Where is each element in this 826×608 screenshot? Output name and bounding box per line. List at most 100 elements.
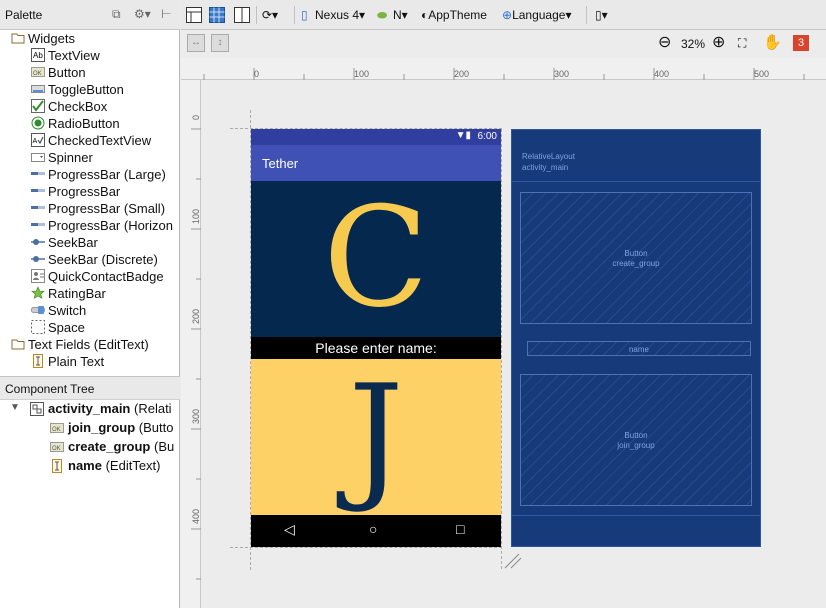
ruler-label: 200 — [454, 69, 470, 79]
device-dropdown[interactable]: Nexus 4▾ — [315, 6, 365, 24]
zoom-to-fit-icon[interactable]: ⛶ — [738, 34, 746, 52]
guide-line — [501, 129, 502, 569]
create-group-button[interactable]: C — [251, 181, 501, 337]
blueprint-divider — [512, 181, 760, 182]
gear-icon[interactable]: ⚙▾ — [134, 7, 151, 21]
blueprint-preview[interactable]: RelativeLayout activity_main Button crea… — [511, 129, 761, 547]
folder-icon — [11, 33, 25, 44]
android-icon[interactable]: ⬬ — [377, 6, 387, 24]
join-letter: J — [348, 355, 404, 516]
theme-label: AppTheme — [428, 8, 487, 22]
device-phone-icon[interactable]: ▯ — [301, 6, 308, 24]
language-label: Language — [512, 8, 566, 22]
ruler-ticks — [191, 128, 201, 580]
palette-list: Widgets Ab TextView OK Button ToggleButt… — [0, 30, 180, 370]
ruler-label: 0 — [191, 114, 201, 120]
ruler-label: 400 — [654, 69, 670, 79]
button-icon: OK — [50, 442, 64, 452]
collapse-icon[interactable]: ⧉ — [112, 7, 121, 22]
api-dropdown[interactable]: N▾ — [393, 6, 408, 24]
status-bar: ▼▮ 6:00 — [251, 129, 501, 145]
svg-text:A: A — [33, 138, 38, 145]
svg-text:OK: OK — [52, 446, 61, 452]
ruler-label: 300 — [554, 69, 570, 79]
language-dropdown[interactable]: ⊕Language▾ — [502, 6, 571, 24]
radiobutton-icon — [31, 116, 45, 130]
name-hint: Please enter name: — [315, 340, 437, 356]
app-bar: Tether — [251, 145, 501, 181]
blueprint-name[interactable]: name — [527, 341, 751, 356]
blueprint-create-type: Button — [624, 249, 648, 258]
blueprint-join-type: Button — [624, 431, 648, 440]
space-icon — [31, 320, 45, 334]
ruler-label: 100 — [191, 208, 201, 224]
tree-root-name: activity_main — [48, 401, 131, 416]
palette-header: Palette ⧉ ⚙▾ ⊢ — [0, 0, 180, 30]
pan-hand-icon[interactable]: ✋ — [763, 34, 782, 52]
device-preview[interactable]: ▼▮ 6:00 Tether C Please enter name: J ◁ … — [251, 129, 501, 547]
edittext-icon — [52, 459, 62, 473]
zoom-toolbar: ↔ ↕ ⊖ 32% ⊕ ⛶ ✋ 3 — [181, 31, 826, 57]
home-icon: ○ — [369, 521, 378, 537]
wifi-battery-icon: ▼▮ — [455, 130, 471, 141]
back-icon: ◁ — [284, 521, 295, 537]
expand-vertical-button[interactable]: ↕ — [211, 34, 229, 52]
blueprint-name-id: name — [628, 345, 649, 354]
ruler-label: 400 — [191, 508, 201, 524]
ruler-label: 300 — [191, 408, 201, 424]
recents-icon: □ — [456, 521, 465, 537]
device-frame-dropdown[interactable]: ▯▾ — [595, 6, 608, 24]
relativelayout-icon — [30, 402, 44, 416]
guide-line — [230, 547, 502, 548]
star-icon — [31, 286, 45, 299]
switch-icon — [31, 306, 45, 314]
component-tree-header: Component Tree — [0, 376, 180, 400]
ruler-label: 200 — [191, 308, 201, 324]
ruler-label: 100 — [354, 69, 370, 79]
create-letter: C — [323, 177, 429, 338]
blueprint-create-group[interactable]: Button create_group — [520, 192, 752, 324]
edittext-icon — [33, 354, 43, 368]
layout-toolbar: ⟳▾ ▯ Nexus 4▾ ⬬ N▾ ◐AppTheme ⊕Language▾ … — [181, 0, 826, 30]
blueprint-join-id: join_group — [617, 441, 655, 450]
tree-child-name: name — [68, 458, 102, 473]
svg-text:Ab: Ab — [33, 51, 43, 60]
svg-text:OK: OK — [33, 71, 42, 77]
tree-child-name: create_group — [68, 439, 151, 454]
expand-arrow-icon[interactable]: ▼ — [10, 402, 20, 413]
warnings-badge[interactable]: 3 — [793, 35, 809, 51]
blueprint-view-icon[interactable] — [208, 6, 226, 24]
resize-handle-icon[interactable] — [503, 552, 523, 570]
zoom-level: 32% — [681, 37, 706, 51]
textview-icon: Ab — [31, 48, 45, 62]
globe-icon: ⊕ — [502, 8, 513, 22]
tree-child-name: join_group — [68, 420, 136, 435]
orientation-icon[interactable]: ⟳▾ — [262, 6, 278, 24]
vertical-ruler: 0 100 200 300 400 — [181, 80, 201, 608]
tree-child-type: (Bu — [154, 439, 175, 454]
contact-badge-icon — [31, 269, 45, 283]
expand-horizontal-button[interactable]: ↔ — [187, 34, 205, 52]
ruler-label: 0 — [254, 69, 260, 79]
component-tree-title: Component Tree — [5, 382, 95, 396]
zoom-in-icon[interactable]: ⊕ — [712, 34, 725, 52]
togglebutton-icon — [31, 85, 45, 93]
svg-text:OK: OK — [52, 427, 61, 433]
split-view-icon[interactable] — [233, 6, 251, 24]
checkedtextview-icon: A — [31, 133, 45, 147]
hide-panel-icon[interactable]: ⊢ — [161, 7, 171, 21]
progressbar-icon — [31, 206, 45, 209]
design-view-icon[interactable] — [185, 6, 203, 24]
progressbar-icon — [31, 172, 45, 175]
tree-child-type: (Butto — [138, 420, 174, 435]
blueprint-divider — [512, 515, 760, 516]
join-group-button[interactable]: J — [251, 359, 501, 515]
zoom-out-icon[interactable]: ⊖ — [658, 34, 671, 52]
status-time: 6:00 — [477, 131, 497, 142]
blueprint-root-id: activity_main — [522, 163, 569, 172]
blueprint-join-group[interactable]: Button join_group — [520, 374, 752, 506]
checkbox-icon — [31, 99, 45, 113]
navigation-bar: ◁ ○ □ — [251, 515, 501, 547]
theme-dropdown[interactable]: ◐AppTheme — [421, 6, 487, 24]
blueprint-create-id: create_group — [612, 259, 660, 268]
